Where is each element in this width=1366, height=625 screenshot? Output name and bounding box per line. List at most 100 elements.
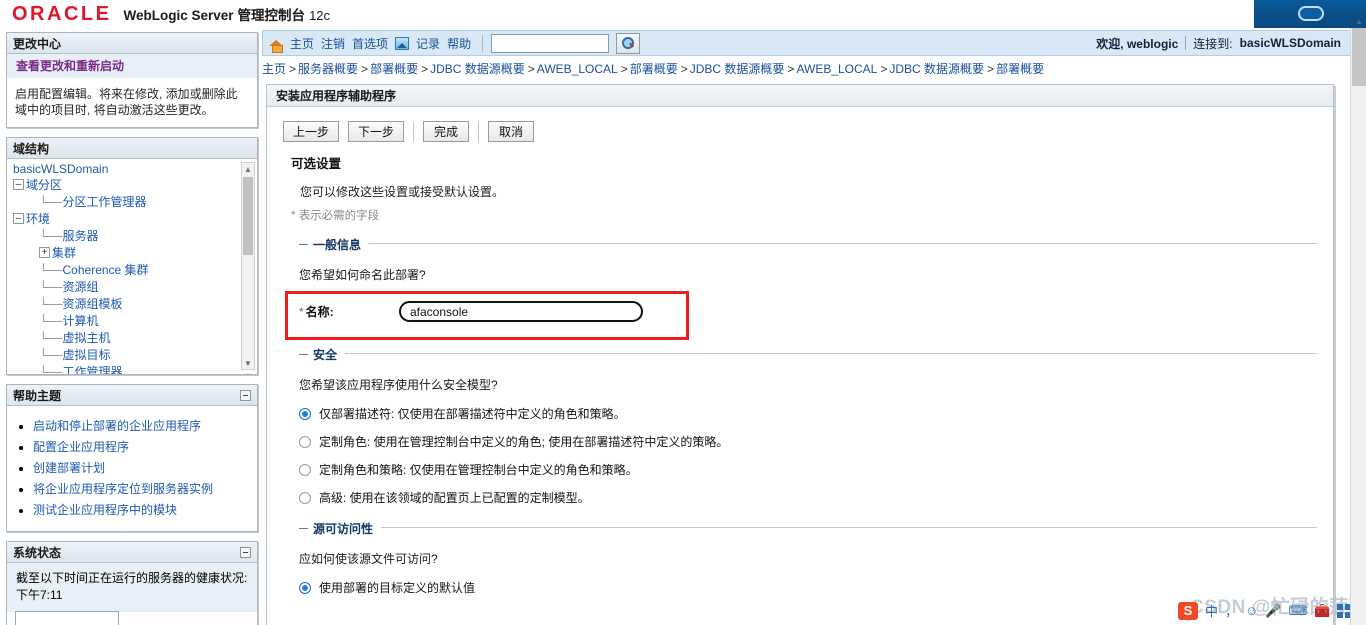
main-content-panel: 安装应用程序辅助程序 上一步 下一步 完成 取消 可选设置 您可以修改这些设置或…: [266, 84, 1334, 625]
wizard-title-bar: 安装应用程序辅助程序: [267, 85, 1333, 107]
search-button[interactable]: [616, 32, 641, 54]
radio-button[interactable]: [299, 464, 311, 476]
tree-node-label[interactable]: 资源组模板: [63, 295, 123, 312]
tree-node-label[interactable]: 计算机: [63, 312, 99, 329]
tree-node-label[interactable]: 域分区: [26, 176, 62, 193]
punctuation-icon[interactable]: ，: [1225, 601, 1238, 620]
collapse-icon[interactable]: –: [13, 213, 24, 224]
help-topic-item[interactable]: 测试企业应用程序中的模块: [33, 501, 249, 518]
breadcrumb-item[interactable]: 部署概要: [370, 62, 418, 76]
collapse-icon[interactable]: –: [13, 179, 24, 190]
smiley-icon[interactable]: ☺: [1245, 603, 1258, 618]
page-scroll-up-icon[interactable]: ▲: [1351, 14, 1366, 28]
tree-node[interactable]: – 环境: [11, 210, 257, 227]
required-star: *: [291, 210, 296, 222]
window-control-button[interactable]: [1298, 6, 1324, 21]
collapse-icon[interactable]: [240, 546, 251, 558]
tree-node-label[interactable]: 虚拟目标: [63, 346, 111, 363]
tree-scrollbar-thumb[interactable]: [243, 177, 253, 255]
tree-node[interactable]: └── 资源组模板: [11, 295, 257, 312]
general-legend-text: 一般信息: [313, 238, 362, 252]
help-topic-item[interactable]: 将企业应用程序定位到服务器实例: [33, 480, 249, 497]
microphone-icon[interactable]: 🎤: [1265, 603, 1281, 619]
finish-button[interactable]: 完成: [423, 121, 470, 142]
nav-preferences[interactable]: 首选项: [352, 35, 388, 52]
home-icon[interactable]: [269, 36, 284, 53]
title-bar: ORACLE WebLogic Server 管理控制台 12c: [0, 0, 1366, 28]
view-changes-link[interactable]: 查看更改和重新启动: [7, 54, 257, 78]
nav-record[interactable]: 记录: [416, 35, 440, 52]
tree-node-label[interactable]: 服务器: [63, 227, 99, 244]
security-option[interactable]: 定制角色: 使用在管理控制台中定义的角色; 使用在部署描述符中定义的策略。: [299, 435, 1317, 449]
breadcrumb-item[interactable]: 主页: [262, 62, 286, 76]
expand-icon[interactable]: +: [39, 247, 50, 258]
radio-button[interactable]: [299, 582, 311, 594]
collapse-icon[interactable]: [240, 389, 251, 401]
tree-node[interactable]: └── 分区工作管理器: [11, 193, 257, 210]
page-scrollbar-thumb[interactable]: [1352, 28, 1366, 86]
optional-settings-desc: 您可以修改这些设置或接受默认设置。: [300, 185, 505, 199]
help-topic-link[interactable]: 启动和停止部署的企业应用程序: [33, 419, 201, 433]
tree-node[interactable]: └── 服务器: [11, 227, 257, 244]
breadcrumb-item[interactable]: AWEB_LOCAL: [796, 62, 877, 76]
page-scrollbar[interactable]: ▲: [1350, 17, 1366, 625]
tree-node[interactable]: └── 工作管理器: [11, 363, 257, 375]
help-topic-link[interactable]: 测试企业应用程序中的模块: [33, 503, 177, 517]
tree-scrollbar[interactable]: ▲ ▼: [241, 162, 255, 370]
toolbox-icon[interactable]: 🧰: [1314, 603, 1330, 619]
name-input[interactable]: [399, 301, 643, 322]
help-topic-item[interactable]: 配置企业应用程序: [33, 438, 249, 455]
breadcrumb-item[interactable]: JDBC 数据源概要: [430, 62, 525, 76]
breadcrumb-item[interactable]: 服务器概要: [298, 62, 358, 76]
tree-node-label[interactable]: 工作管理器: [63, 363, 123, 374]
tree-node[interactable]: └── 虚拟目标: [11, 346, 257, 363]
help-topic-item[interactable]: 创建部署计划: [33, 459, 249, 476]
cancel-button[interactable]: 取消: [488, 121, 535, 142]
nav-home[interactable]: 主页: [290, 35, 314, 52]
search-input[interactable]: [491, 33, 610, 53]
domain-structure-title: 域结构: [13, 141, 50, 156]
breadcrumb-item[interactable]: JDBC 数据源概要: [690, 62, 785, 76]
tree-node-label[interactable]: 集群: [52, 244, 76, 261]
tree-node-label[interactable]: 分区工作管理器: [63, 193, 147, 210]
tree-node[interactable]: └── 虚拟主机: [11, 329, 257, 346]
help-topic-link[interactable]: 创建部署计划: [33, 461, 105, 475]
tree-node[interactable]: └── Coherence 集群: [11, 261, 257, 278]
tree-node[interactable]: └── 计算机: [11, 312, 257, 329]
tree-node[interactable]: – 域分区: [11, 176, 257, 193]
security-option[interactable]: 定制角色和策略: 仅使用在管理控制台中定义的角色和策略。: [299, 463, 1317, 477]
breadcrumb-item[interactable]: 部署概要: [630, 62, 678, 76]
tree-node-label[interactable]: 虚拟主机: [63, 329, 111, 346]
tree-node[interactable]: └── 资源组: [11, 278, 257, 295]
help-topic-item[interactable]: 启动和停止部署的企业应用程序: [33, 417, 249, 434]
help-topic-link[interactable]: 将企业应用程序定位到服务器实例: [33, 482, 213, 496]
security-option[interactable]: 仅部署描述符: 仅使用在部署描述符中定义的角色和策略。: [299, 407, 1317, 421]
breadcrumb-item[interactable]: JDBC 数据源概要: [889, 62, 984, 76]
breadcrumb-item[interactable]: AWEB_LOCAL: [537, 62, 618, 76]
help-topic-link[interactable]: 配置企业应用程序: [33, 440, 129, 454]
language-mode-icon[interactable]: 中: [1205, 601, 1218, 620]
nav-help[interactable]: 帮助: [447, 35, 471, 52]
tree-node-label[interactable]: 环境: [26, 210, 50, 227]
general-question: 您希望如何命名此部署?: [299, 268, 426, 282]
scroll-up-icon[interactable]: ▲: [242, 163, 254, 175]
scroll-down-icon[interactable]: ▼: [242, 357, 254, 369]
monitoring-dashboard-icon[interactable]: [395, 36, 410, 50]
nav-logout[interactable]: 注销: [321, 35, 345, 52]
tree-node-label[interactable]: 资源组: [63, 278, 99, 295]
radio-button[interactable]: [299, 436, 311, 448]
tree-node[interactable]: + 集群: [11, 244, 257, 261]
radio-button[interactable]: [299, 492, 311, 504]
tree-node-label[interactable]: Coherence 集群: [63, 261, 149, 278]
radio-button[interactable]: [299, 408, 311, 420]
tree-root-label[interactable]: basicWLSDomain: [11, 162, 257, 176]
security-question: 您希望该应用程序使用什么安全模型?: [299, 378, 498, 392]
breadcrumb-separator: >: [880, 62, 888, 76]
source-option-group: 使用部署的目标定义的默认值: [299, 581, 1317, 595]
keyboard-icon[interactable]: ⌨: [1289, 603, 1308, 619]
previous-button[interactable]: 上一步: [283, 121, 340, 142]
security-option[interactable]: 高级: 使用在该领域的配置页上已配置的定制模型。: [299, 491, 1317, 505]
breadcrumb-item[interactable]: 部署概要: [996, 62, 1044, 76]
next-button[interactable]: 下一步: [348, 121, 405, 142]
source-accessibility-option[interactable]: 使用部署的目标定义的默认值: [299, 581, 1317, 595]
